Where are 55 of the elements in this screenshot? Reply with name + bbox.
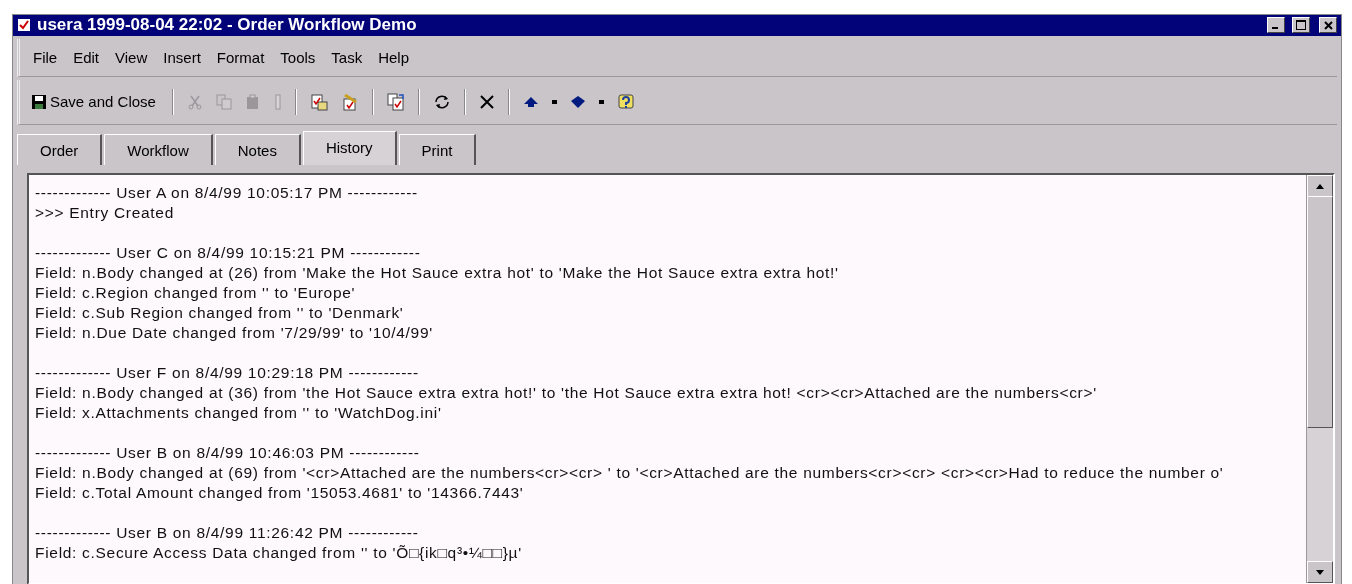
up-arrow-icon <box>522 95 539 108</box>
copy-icon <box>215 93 232 110</box>
scroll-thumb[interactable] <box>1307 196 1333 428</box>
menu-item[interactable]: Task <box>326 46 368 68</box>
document-check-icon <box>309 92 328 111</box>
close-button[interactable] <box>1319 17 1337 34</box>
menu-item[interactable]: File <box>28 46 63 68</box>
close-icon <box>1323 20 1333 30</box>
window-title: usera 1999-08-04 22:02 - Order Workflow Demo <box>37 15 418 36</box>
scrollbar[interactable] <box>1306 175 1333 583</box>
maximize-button[interactable] <box>1292 17 1310 34</box>
entry-header: ------------- User B on 8/4/99 11:26:42 PM ------------ <box>35 523 420 543</box>
up-arrow-icon <box>1316 183 1324 189</box>
log-line: Field: n.Body changed at (69) from '<cr>Attached are the numbers<cr><cr> ' to '<cr>Attached are the numbers<cr><cr> <cr><cr>Had to reduce the number o' <box>35 463 1225 483</box>
menu-item[interactable]: Tools <box>275 46 321 68</box>
log-line: Field: c.Sub Region changed from '' to 'Denmark' <box>35 303 405 323</box>
checklist-icon <box>17 18 31 33</box>
log-line: >>> Entry Created <box>35 203 175 223</box>
scissors-icon <box>186 93 203 110</box>
menu-item[interactable]: Format <box>211 46 270 68</box>
log-line: Field: n.Body changed at (26) from 'Make the Hot Sauce extra hot' to 'Make the Hot Sauce extra extra hot!' <box>35 263 840 283</box>
menu-item[interactable]: Help <box>373 46 415 68</box>
maximize-icon <box>1296 20 1306 31</box>
tab[interactable]: History <box>302 131 397 165</box>
down-arrow-icon <box>1316 569 1324 575</box>
clipboard-icon <box>244 93 261 110</box>
log-line: Field: c.Total Amount changed from '15053.4681' to '14366.7443' <box>35 483 525 503</box>
scroll-down-button[interactable] <box>1307 561 1333 583</box>
menu-item[interactable]: Edit <box>68 46 105 68</box>
entry-header: ------------- User B on 8/4/99 10:46:03 PM ------------ <box>35 443 421 463</box>
log-line: Field: c.Secure Access Data changed from '' to 'Õ□{ik□q³•¼□□}µ' <box>35 543 523 563</box>
tab[interactable]: Workflow <box>104 134 213 165</box>
entry-header: ------------- User C on 8/4/99 10:15:21 PM ------------ <box>35 243 422 263</box>
documents-icon <box>386 92 405 111</box>
log-line: Field: n.Due Date changed from '7/29/99' to '10/4/99' <box>35 323 434 343</box>
log-line: Field: x.Attachments changed from '' to 'WatchDog.ini' <box>35 403 443 423</box>
entry-header: ------------- User A on 8/4/99 10:05:17 PM ------------ <box>35 183 419 203</box>
help-icon <box>616 92 635 111</box>
menu-item[interactable]: View <box>110 46 153 68</box>
document-pen-icon <box>340 92 359 111</box>
tab[interactable]: Print <box>398 134 477 165</box>
save-and-close-button[interactable]: Save and Close <box>28 90 159 114</box>
entry-header: ------------- User F on 8/4/99 10:29:18 PM ------------ <box>35 363 420 383</box>
scroll-up-button[interactable] <box>1307 175 1333 197</box>
down-arrow-icon <box>569 94 586 109</box>
minimize-button[interactable] <box>1267 17 1285 34</box>
tab[interactable]: Order <box>17 134 103 165</box>
tab[interactable]: Notes <box>214 134 301 165</box>
bar-icon <box>273 93 282 110</box>
dropdown-icon <box>598 99 604 104</box>
log-line: Field: n.Body changed at (36) from 'the Hot Sauce extra extra hot!' to 'the Hot Sauce extra extra hot! <cr><cr>Attached are the numbers<cr>' <box>35 383 1098 403</box>
close-icon <box>478 93 495 110</box>
log-line: Field: c.Region changed from '' to 'Europe' <box>35 283 357 303</box>
dropdown-icon <box>551 99 557 104</box>
menu-item[interactable]: Insert <box>158 46 206 68</box>
